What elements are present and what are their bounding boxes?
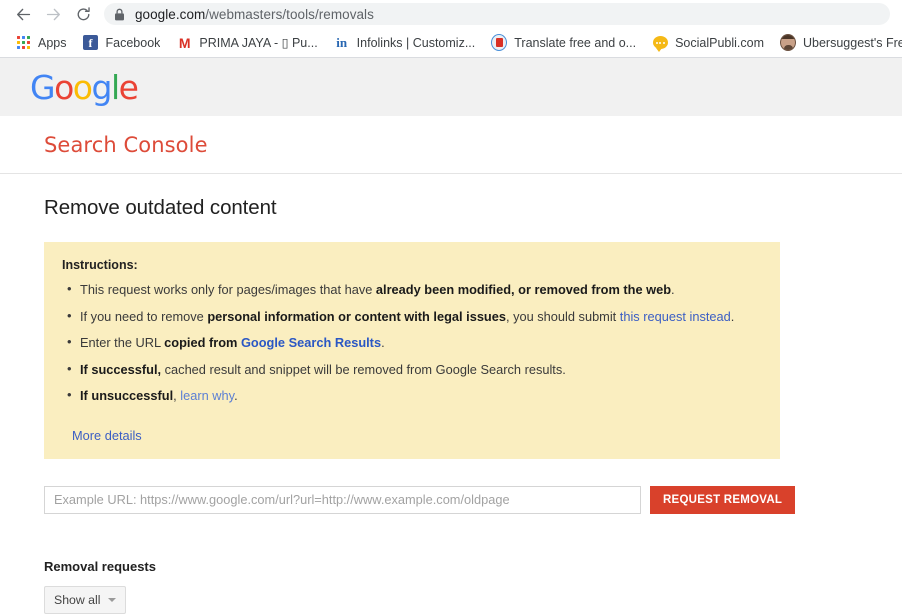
instruction-text: If you need to remove bbox=[80, 308, 208, 324]
instruction-text: . bbox=[234, 388, 238, 404]
instruction-item: If you need to remove personal informati… bbox=[67, 307, 762, 327]
removal-requests-title: Removal requests bbox=[44, 558, 156, 574]
instruction-text: This request works only for pages/images… bbox=[80, 282, 376, 297]
main-content: Remove outdated content Instructions: Th… bbox=[0, 174, 902, 614]
emphasis-text: personal information or content with leg… bbox=[207, 308, 506, 324]
logo-letter: G bbox=[30, 67, 56, 107]
url-input[interactable] bbox=[44, 485, 641, 514]
emphasis-text: If successful, bbox=[80, 361, 162, 377]
emphasis-text: copied from bbox=[164, 335, 241, 351]
instruction-item: This request works only for pages/images… bbox=[67, 280, 762, 300]
back-arrow-icon bbox=[16, 8, 30, 20]
emphasis-text: already been modified, or removed from t… bbox=[375, 282, 672, 297]
address-bar[interactable]: google.com/webmasters/tools/removals bbox=[104, 3, 890, 25]
instruction-text: . bbox=[381, 335, 385, 351]
logo-letter: e bbox=[118, 67, 139, 107]
lock-icon bbox=[114, 7, 126, 21]
browser-chrome: google.com/webmasters/tools/removals App… bbox=[0, 0, 902, 58]
browser-toolbar: google.com/webmasters/tools/removals bbox=[0, 0, 902, 28]
bookmark-facebook[interactable]: f Facebook bbox=[75, 32, 169, 54]
more-details-link[interactable]: More details bbox=[72, 428, 142, 443]
back-button[interactable] bbox=[8, 0, 38, 28]
bookmark-apps[interactable]: Apps bbox=[7, 32, 75, 54]
instruction-link[interactable]: this request instead bbox=[620, 309, 731, 324]
bookmark-label: Ubersuggest's Free... bbox=[803, 35, 902, 50]
forward-arrow-icon bbox=[46, 8, 60, 20]
bookmark-label: Translate free and o... bbox=[514, 35, 637, 50]
forward-button[interactable] bbox=[38, 0, 68, 28]
page-title: Remove outdated content bbox=[44, 196, 277, 219]
bookmark-label: SocialPubli.com bbox=[675, 35, 764, 50]
bookmark-label: Facebook bbox=[105, 35, 161, 50]
instruction-text: , you should submit bbox=[505, 308, 620, 324]
bookmark-prima-jaya[interactable]: M PRIMA JAYA - ▯ Pu... bbox=[168, 32, 325, 54]
reload-button[interactable] bbox=[68, 0, 98, 28]
bookmark-label: PRIMA JAYA - ▯ Pu... bbox=[199, 36, 318, 50]
emphasis-text: If unsuccessful bbox=[80, 388, 174, 404]
google-logo-band: G o o g l e bbox=[0, 58, 902, 116]
url-path: /webmasters/tools/removals bbox=[205, 6, 374, 22]
logo-letter: o bbox=[54, 67, 74, 107]
instruction-text: . bbox=[730, 308, 735, 324]
logo-letter: g bbox=[91, 67, 112, 107]
instruction-link[interactable]: learn why bbox=[180, 388, 234, 403]
apps-grid-icon bbox=[15, 35, 31, 51]
url-submit-row: REQUEST REMOVAL bbox=[44, 485, 902, 514]
google-logo[interactable]: G o o g l e bbox=[30, 67, 139, 107]
instructions-list: This request works only for pages/images… bbox=[58, 280, 762, 406]
instruction-item: If unsuccessful, learn why. bbox=[67, 386, 762, 406]
instruction-item: If successful, cached result and snippet… bbox=[67, 360, 762, 380]
logo-letter: l bbox=[110, 67, 120, 107]
translate-icon bbox=[491, 34, 508, 51]
bookmark-socialpubli[interactable]: SocialPubli.com bbox=[644, 32, 772, 54]
logo-letter: o bbox=[72, 67, 93, 107]
show-all-label: Show all bbox=[54, 592, 101, 607]
bookmark-infolinks[interactable]: in Infolinks | Customiz... bbox=[326, 32, 484, 54]
page-body: G o o g l e Search Console Remove outdat… bbox=[0, 58, 902, 614]
bookmark-label: Infolinks | Customiz... bbox=[356, 35, 476, 50]
gmail-icon: M bbox=[178, 34, 191, 51]
url-host: google.com bbox=[135, 6, 206, 22]
instruction-item: Enter the URL copied from Google Search … bbox=[67, 333, 762, 353]
instructions-panel: Instructions: This request works only fo… bbox=[44, 242, 780, 459]
url-text: google.com/webmasters/tools/removals bbox=[135, 7, 374, 22]
request-removal-button[interactable]: REQUEST REMOVAL bbox=[650, 485, 796, 514]
instruction-text: . bbox=[671, 282, 675, 297]
instruction-text: cached result and snippet will be remove… bbox=[161, 361, 566, 377]
bookmark-ubersuggest[interactable]: Ubersuggest's Free... bbox=[772, 32, 902, 54]
instruction-link[interactable]: Google Search Results bbox=[241, 335, 381, 350]
search-console-header: Search Console bbox=[0, 116, 902, 174]
product-title[interactable]: Search Console bbox=[44, 133, 208, 157]
ubersuggest-icon bbox=[780, 34, 796, 51]
chevron-down-icon bbox=[108, 597, 117, 602]
facebook-icon: f bbox=[83, 35, 99, 51]
show-all-dropdown[interactable]: Show all bbox=[44, 585, 127, 614]
instructions-heading: Instructions: bbox=[62, 258, 138, 272]
reload-icon bbox=[77, 6, 90, 20]
instruction-text: Enter the URL bbox=[80, 335, 165, 351]
bookmark-label: Apps bbox=[38, 35, 67, 50]
socialpubli-icon bbox=[652, 35, 668, 52]
infolinks-icon: in bbox=[336, 35, 348, 50]
bookmark-translate[interactable]: Translate free and o... bbox=[483, 32, 644, 54]
bookmarks-bar: Apps f Facebook M PRIMA JAYA - ▯ Pu... i… bbox=[0, 28, 902, 58]
